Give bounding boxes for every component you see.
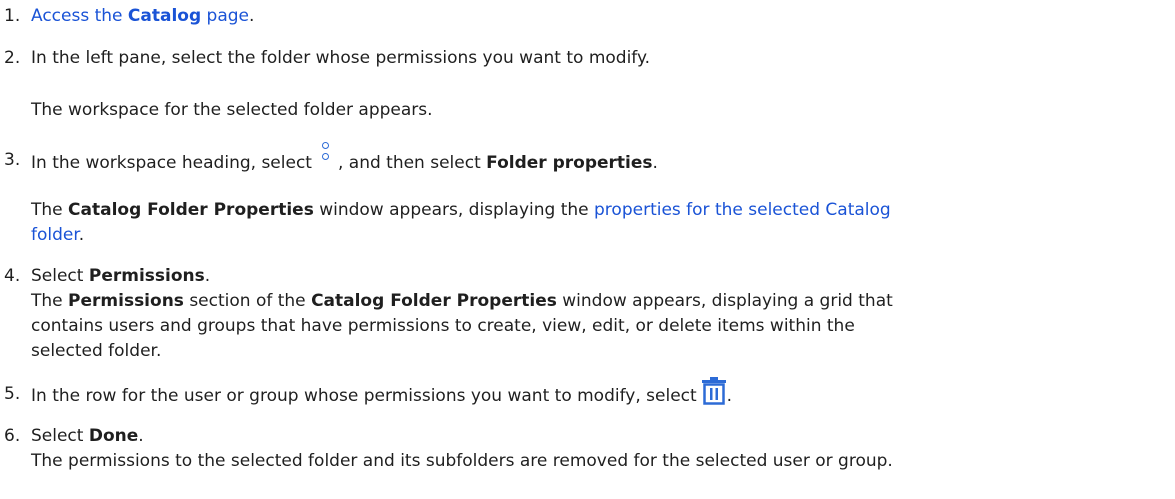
result-text-middle: section of the (183, 291, 312, 311)
step-number: 2. (4, 48, 21, 68)
folder-properties-label: Folder properties (486, 153, 653, 173)
step-5: 5. In the row for the user or group whos… (0, 377, 1175, 410)
step-3-result-line2: folder. (31, 223, 1171, 248)
step-3: 3. In the workspace heading, select , and… (0, 142, 1175, 173)
result-text-end: window appears, displaying a grid that (556, 291, 893, 311)
step-1: 1. Access the Catalog page. (0, 4, 1175, 29)
result-text: The (31, 200, 69, 220)
step-number: 6. (4, 426, 21, 446)
step-text-middle: , and then select (337, 153, 487, 173)
step-4: 4. Select Permissions. (0, 264, 1175, 289)
more-vertical-icon (318, 142, 332, 172)
step-text: Select Permissions. (31, 264, 1171, 289)
permissions-section-name: Permissions (68, 291, 184, 311)
step-4-result-line3: selected folder. (31, 341, 162, 361)
step-3-result: The Catalog Folder Properties window app… (31, 198, 1171, 223)
link-bold-text: Catalog (127, 6, 202, 26)
result-text-middle: window appears, displaying the (313, 200, 595, 220)
step-6-result: The permissions to the selected folder a… (31, 451, 893, 471)
step-number: 1. (4, 6, 21, 26)
step-2: 2. In the left pane, select the folder w… (0, 46, 1175, 71)
step-text-start: Select (31, 426, 89, 446)
step-text: In the row for the user or group whose p… (31, 377, 1171, 410)
step-text: Access the Catalog page. (31, 4, 1171, 29)
step-4-result: The Permissions section of the Catalog F… (31, 289, 1171, 314)
step-text-start: In the workspace heading, select (31, 153, 312, 173)
folder-properties-link[interactable]: properties for the selected Catalog (594, 200, 891, 220)
punctuation: . (204, 266, 211, 286)
step-2-result: The workspace for the selected folder ap… (31, 100, 433, 120)
step-6: 6. Select Done. (0, 424, 1175, 449)
step-text: In the left pane, select the folder whos… (31, 48, 651, 68)
step-text-start: Select (31, 266, 89, 286)
result-text: The (31, 291, 69, 311)
punctuation: . (652, 153, 658, 173)
link-text: Access the (31, 6, 128, 26)
folder-properties-link-continued[interactable]: folder (31, 225, 79, 245)
step-text-start: In the row for the user or group whose p… (31, 386, 697, 406)
permissions-label: Permissions (88, 266, 205, 286)
window-name: Catalog Folder Properties (311, 291, 557, 311)
punctuation: . (138, 426, 144, 446)
step-number: 4. (4, 266, 21, 286)
step-number: 3. (4, 150, 21, 170)
punctuation: . (726, 386, 733, 406)
step-text: Select Done. (31, 424, 1171, 449)
trash-icon (701, 377, 727, 405)
step-number: 5. (4, 384, 21, 404)
window-name: Catalog Folder Properties (68, 200, 314, 220)
step-4-result-line2: contains users and groups that have perm… (31, 316, 855, 336)
punctuation: . (249, 6, 255, 26)
step-text: In the workspace heading, select , and th… (31, 142, 1171, 178)
punctuation: . (78, 225, 85, 245)
done-label: Done (88, 426, 139, 446)
access-catalog-link[interactable]: Access the Catalog page (31, 6, 249, 26)
link-text-end: page (201, 6, 250, 26)
